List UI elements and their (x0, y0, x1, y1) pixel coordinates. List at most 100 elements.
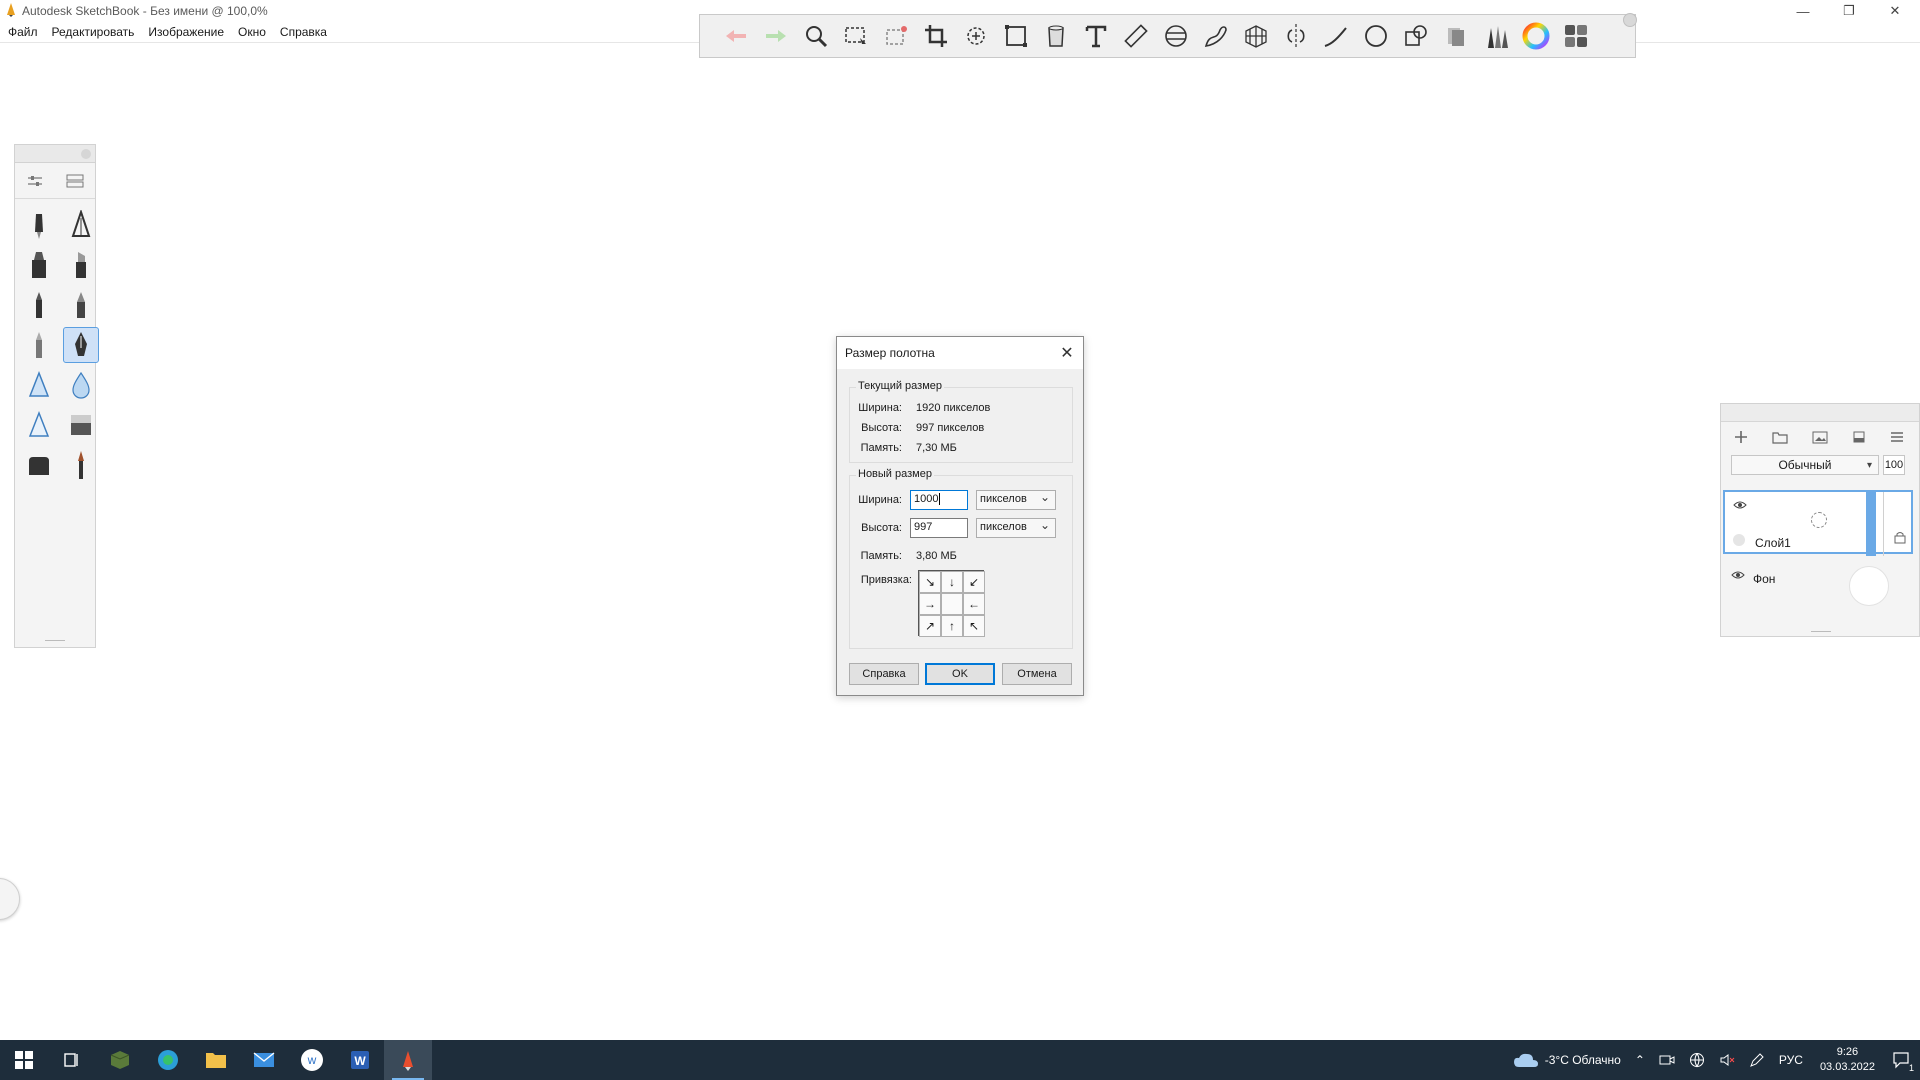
clock[interactable]: 9:26 03.03.2022 (1820, 1045, 1875, 1075)
color-wheel-button[interactable] (1518, 18, 1554, 54)
layer-item-sloi1[interactable]: Слой1 (1723, 490, 1913, 556)
paintbrush-brush[interactable] (63, 447, 99, 483)
restore-button[interactable]: ❐ (1826, 0, 1872, 22)
add-layer-icon[interactable] (1733, 429, 1749, 445)
cancel-button[interactable]: Отмена (1002, 663, 1072, 685)
menu-window[interactable]: Окно (238, 22, 266, 42)
hard-pencil-brush[interactable] (21, 327, 57, 363)
ink-pen-brush-selected[interactable] (63, 327, 99, 363)
brush-settings-icon[interactable] (26, 172, 44, 190)
anchor-bottom-left[interactable]: ↗ (919, 615, 941, 637)
new-width-input[interactable]: 1000 (910, 490, 968, 510)
weather-widget[interactable]: -3°C Облачно (1513, 1051, 1621, 1069)
layer-menu-icon[interactable] (1889, 429, 1905, 445)
task-view-button[interactable] (48, 1040, 96, 1080)
layer-lock-toggle[interactable] (1733, 534, 1745, 546)
shapes-button[interactable] (1398, 18, 1434, 54)
anchor-center[interactable] (941, 593, 963, 615)
zoom-button[interactable] (798, 18, 834, 54)
edge-app[interactable] (144, 1040, 192, 1080)
wps-app[interactable]: w (288, 1040, 336, 1080)
copic-button[interactable] (1438, 18, 1474, 54)
brush-panel-header[interactable] (15, 145, 95, 163)
volume-button[interactable] (1719, 1052, 1735, 1068)
dialog-close-button[interactable]: ✕ (1057, 343, 1077, 363)
fineliner-brush[interactable] (63, 287, 99, 323)
triangle-airbrush-brush[interactable] (21, 407, 57, 443)
water-drop-brush[interactable] (63, 367, 99, 403)
anchor-top-left[interactable]: ↘ (919, 571, 941, 593)
chisel-marker-brush[interactable] (63, 247, 99, 283)
distort-button[interactable] (998, 18, 1034, 54)
sketchbook-app[interactable] (384, 1040, 432, 1080)
pencil-brush[interactable] (21, 207, 57, 243)
minecraft-app[interactable] (96, 1040, 144, 1080)
rect-select-button[interactable] (838, 18, 874, 54)
brush-panel-close-button[interactable] (81, 149, 91, 159)
minimize-button[interactable]: — (1780, 0, 1826, 22)
undo-button[interactable] (718, 18, 754, 54)
layer-opacity-bar[interactable] (1866, 492, 1876, 556)
visibility-eye-icon[interactable] (1733, 500, 1747, 510)
show-hidden-icons-button[interactable]: ⌃ (1635, 1053, 1645, 1067)
ruler-button[interactable] (1118, 18, 1154, 54)
background-color-swatch[interactable] (1849, 566, 1889, 606)
ok-button[interactable]: OK (925, 663, 995, 685)
lasso-select-button[interactable] (878, 18, 914, 54)
toolbar-close-button[interactable] (1623, 13, 1637, 27)
dialog-title-bar[interactable]: Размер полотна ✕ (837, 337, 1083, 369)
network-button[interactable] (1689, 1052, 1705, 1068)
menu-file[interactable]: Файл (8, 22, 38, 42)
start-button[interactable] (0, 1040, 48, 1080)
height-unit-select[interactable]: пикселов (976, 518, 1056, 538)
eraser-hard-brush[interactable] (21, 447, 57, 483)
perspective-button[interactable] (1238, 18, 1274, 54)
stroke-button[interactable] (1318, 18, 1354, 54)
text-button[interactable] (1078, 18, 1114, 54)
notifications-button[interactable]: 1 (1892, 1051, 1914, 1073)
merge-layer-icon[interactable] (1851, 429, 1867, 445)
brush-library-button[interactable] (1478, 18, 1514, 54)
anchor-top[interactable]: ↓ (941, 571, 963, 593)
layer-item-fon[interactable]: Фон (1723, 554, 1913, 618)
pen-button[interactable] (1749, 1052, 1765, 1068)
ballpoint-brush[interactable] (21, 287, 57, 323)
anchor-top-right[interactable]: ↙ (963, 571, 985, 593)
visibility-eye-icon[interactable] (1731, 570, 1745, 580)
file-explorer-app[interactable] (192, 1040, 240, 1080)
help-button[interactable]: Справка (849, 663, 919, 685)
blend-mode-dropdown[interactable]: Обычный (1731, 455, 1879, 475)
layer-group-icon[interactable] (1771, 429, 1789, 445)
transform-button[interactable] (958, 18, 994, 54)
fill-button[interactable] (1038, 18, 1074, 54)
language-button[interactable]: РУС (1779, 1053, 1803, 1067)
layers-panel-header[interactable] (1721, 404, 1919, 422)
anchor-bottom-right[interactable]: ↖ (963, 615, 985, 637)
layer-opacity-field[interactable]: 100 (1883, 455, 1905, 475)
menu-edit[interactable]: Редактировать (52, 22, 135, 42)
add-image-icon[interactable] (1811, 429, 1829, 445)
circle-button[interactable] (1358, 18, 1394, 54)
close-window-button[interactable]: ✕ (1872, 0, 1918, 22)
menu-help[interactable]: Справка (280, 22, 327, 42)
anchor-bottom[interactable]: ↑ (941, 615, 963, 637)
layer-lock-icon[interactable] (1893, 530, 1907, 544)
layout-button[interactable] (1558, 18, 1594, 54)
ellipse-guide-button[interactable] (1158, 18, 1194, 54)
symmetry-button[interactable] (1278, 18, 1314, 54)
anchor-right[interactable]: ← (963, 593, 985, 615)
layers-resize-grip[interactable] (1811, 631, 1831, 632)
eraser-soft-brush[interactable] (63, 407, 99, 443)
word-app[interactable]: W (336, 1040, 384, 1080)
meet-now-button[interactable] (1659, 1053, 1675, 1067)
crop-button[interactable] (918, 18, 954, 54)
technical-pen-brush[interactable] (63, 207, 99, 243)
lagoon-menu-button[interactable] (0, 878, 20, 920)
new-height-input[interactable]: 997 (910, 518, 968, 538)
marker-brush[interactable] (21, 247, 57, 283)
french-curve-button[interactable] (1198, 18, 1234, 54)
anchor-left[interactable]: → (919, 593, 941, 615)
brush-palette-icon[interactable] (65, 172, 85, 190)
menu-image[interactable]: Изображение (148, 22, 224, 42)
airbrush-brush[interactable] (21, 367, 57, 403)
